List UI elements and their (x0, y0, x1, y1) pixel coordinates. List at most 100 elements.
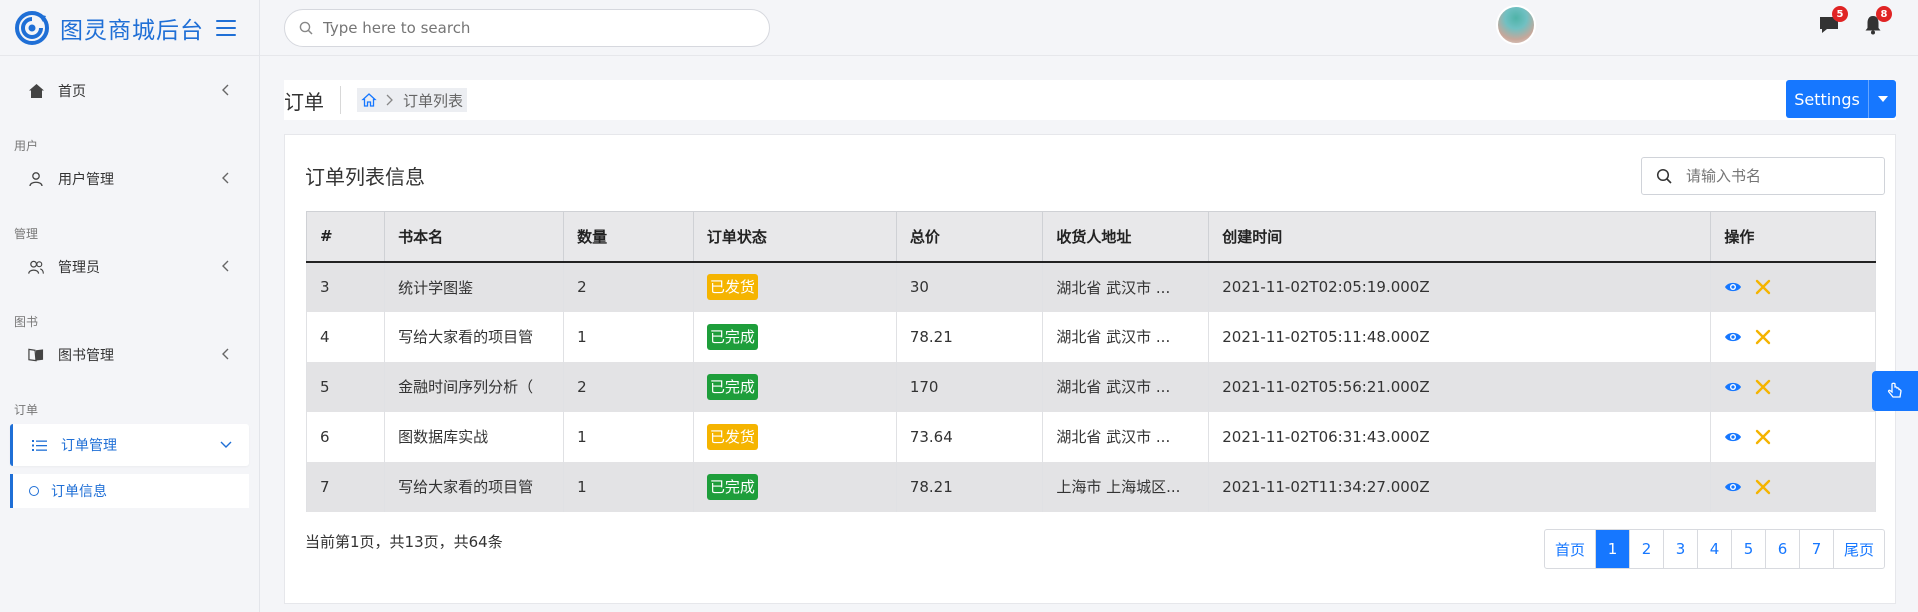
cell-actions (1710, 461, 1876, 512)
sidebar-item-label: 管理员 (58, 260, 100, 276)
close-icon[interactable] (1754, 478, 1772, 496)
cell-address: 湖北省 武汉市 ... (1042, 261, 1210, 312)
search-icon (299, 21, 313, 35)
first-page-button[interactable]: 首页 (1545, 530, 1596, 568)
page-button[interactable]: 1 (1595, 530, 1630, 568)
page-button[interactable]: 5 (1732, 530, 1766, 568)
global-search[interactable] (284, 9, 770, 47)
page-button[interactable]: 7 (1800, 530, 1834, 568)
cell-address: 湖北省 武汉市 ... (1042, 361, 1210, 412)
chevron-down-icon (220, 441, 232, 448)
circle-icon (29, 486, 39, 496)
column-header[interactable]: 数量 (563, 211, 694, 263)
column-header[interactable]: 收货人地址 (1042, 211, 1210, 263)
column-header[interactable]: 创建时间 (1208, 211, 1712, 263)
cell-book: 统计学图鉴 (384, 261, 565, 312)
pagination: 首页 1 2 3 4 5 6 7 尾页 (1543, 529, 1885, 569)
cell-total: 73.64 (896, 411, 1044, 462)
chevron-left-icon (222, 348, 229, 360)
eye-icon[interactable] (1724, 428, 1742, 446)
cell-created: 2021-11-02T06:31:43.000Z (1208, 411, 1712, 462)
cell-id: 7 (305, 461, 386, 512)
cell-qty: 1 (563, 461, 694, 512)
page-title: 订单 (284, 89, 324, 114)
book-search[interactable] (1641, 157, 1885, 195)
page-header: 订单 订单列表 Settings (284, 80, 1896, 120)
page-button[interactable]: 6 (1766, 530, 1800, 568)
caret-down-icon[interactable] (1868, 80, 1896, 118)
cell-address: 上海市 上海城区... (1042, 461, 1210, 512)
home-icon[interactable] (361, 92, 377, 108)
eye-icon[interactable] (1724, 328, 1742, 346)
list-icon (31, 437, 47, 453)
cell-qty: 1 (563, 411, 694, 462)
search-input[interactable] (323, 19, 743, 37)
status-badge: 已完成 (706, 473, 758, 500)
cell-actions (1710, 411, 1876, 462)
sidebar-item-order-management[interactable]: 订单管理 (10, 424, 249, 466)
section-label-admin: 管理 (14, 227, 39, 241)
last-page-button[interactable]: 尾页 (1834, 530, 1884, 568)
cell-created: 2021-11-02T05:56:21.000Z (1208, 361, 1712, 412)
chevron-right-icon (386, 94, 393, 106)
brand-header: 图灵商城后台 (0, 0, 259, 56)
close-icon[interactable] (1754, 378, 1772, 396)
bell-icon[interactable]: 8 (1862, 6, 1892, 36)
table-row: 6 图数据库实战 1 已发货 73.64 湖北省 武汉市 ... 2021-11-02T06… (305, 411, 1876, 462)
brand-title[interactable]: 图灵商城后台 (60, 11, 204, 45)
sidebar-subitem-label: 订单信息 (51, 484, 107, 500)
orders-table: # 书本名 数量 订单状态 总价 收货人地址 创建时间 操作 3 统计学图鉴 2 已发… (305, 211, 1876, 512)
cell-id: 4 (305, 311, 386, 362)
close-icon[interactable] (1754, 328, 1772, 346)
cell-address: 湖北省 武汉市 ... (1042, 411, 1210, 462)
table-header-row: # 书本名 数量 订单状态 总价 收货人地址 创建时间 操作 (305, 211, 1876, 263)
column-header[interactable]: 总价 (896, 211, 1044, 263)
sidebar-item-label: 首页 (58, 84, 86, 100)
sidebar-item-home[interactable]: 首页 (10, 70, 249, 112)
cell-qty: 1 (563, 311, 694, 362)
home-icon (28, 83, 44, 99)
avatar[interactable] (1496, 5, 1536, 45)
column-header[interactable]: # (305, 211, 386, 263)
page-button[interactable]: 2 (1630, 530, 1664, 568)
cell-total: 78.21 (896, 461, 1044, 512)
sidebar-item-label: 图书管理 (58, 348, 114, 364)
cell-total: 78.21 (896, 311, 1044, 362)
breadcrumb-current: 订单列表 (403, 91, 464, 110)
cell-actions (1710, 361, 1876, 412)
cell-status: 已完成 (693, 311, 897, 362)
sidebar-subitem-order-info[interactable]: 订单信息 (10, 474, 249, 508)
hamburger-icon[interactable] (216, 19, 236, 36)
eye-icon[interactable] (1724, 278, 1742, 296)
column-header[interactable]: 书本名 (384, 211, 565, 263)
page-button[interactable]: 3 (1664, 530, 1698, 568)
swirl-logo-icon[interactable] (14, 10, 50, 46)
top-bar (260, 0, 1918, 56)
settings-button[interactable]: Settings (1786, 80, 1896, 118)
close-icon[interactable] (1754, 428, 1772, 446)
chat-icon[interactable]: 5 (1818, 6, 1848, 36)
eye-icon[interactable] (1724, 478, 1742, 496)
notifications-badge: 8 (1876, 6, 1892, 22)
sidebar-nav: 首页 用户 用户管理 管理 管理员 图书 图书管理 订单 订单管理 订单信息 (0, 56, 259, 508)
search-icon (1656, 168, 1672, 184)
cell-status: 已完成 (693, 361, 897, 412)
close-icon[interactable] (1754, 278, 1772, 296)
book-search-input[interactable] (1686, 167, 1866, 185)
pagination-summary: 当前第1页，共13页，共64条 (305, 533, 503, 551)
messages-badge: 5 (1832, 6, 1848, 22)
table-row: 7 写给大家看的项目管 1 已完成 78.21 上海市 上海城区... 2021-11-02… (305, 461, 1876, 512)
sidebar-item-admin[interactable]: 管理员 (10, 246, 249, 288)
cell-status: 已完成 (693, 461, 897, 512)
divider (340, 86, 341, 114)
card-title: 订单列表信息 (305, 165, 425, 189)
page-button[interactable]: 4 (1698, 530, 1732, 568)
sidebar-item-label: 用户管理 (58, 172, 114, 188)
hand-pointer-icon[interactable] (1872, 371, 1918, 411)
sidebar-item-user-management[interactable]: 用户管理 (10, 158, 249, 200)
column-header[interactable]: 订单状态 (693, 211, 897, 263)
cell-id: 5 (305, 361, 386, 412)
cell-book: 写给大家看的项目管 (384, 311, 565, 362)
sidebar-item-book-management[interactable]: 图书管理 (10, 334, 249, 376)
eye-icon[interactable] (1724, 378, 1742, 396)
